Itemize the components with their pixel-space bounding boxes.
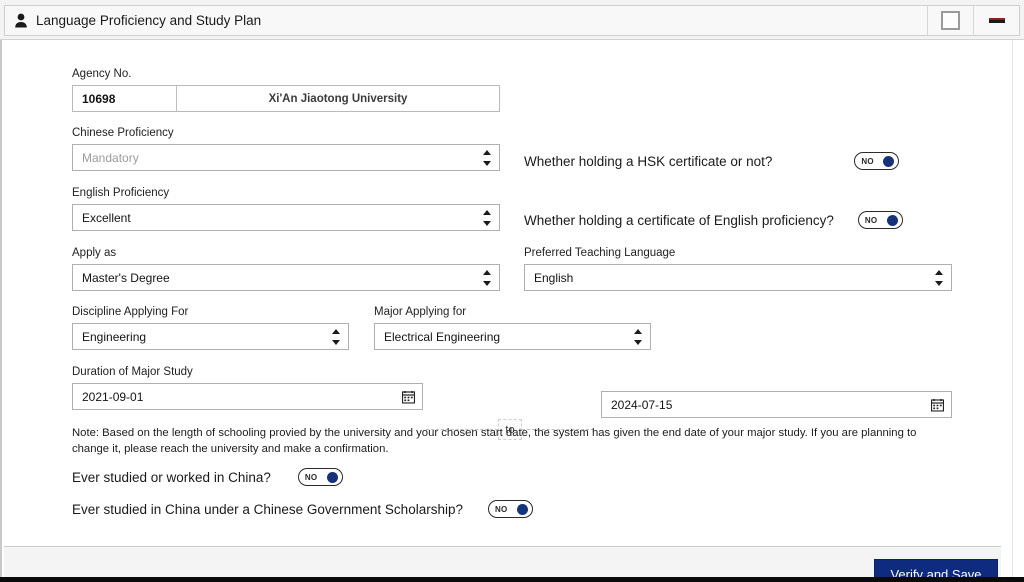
chevron-updown-icon	[331, 328, 340, 345]
major-label: Major Applying for	[374, 306, 467, 318]
duration-note: Note: Based on the length of schooling p…	[72, 427, 917, 455]
titlebar-inner: Language Proficiency and Study Plan	[4, 5, 1020, 36]
chinese-proficiency-label: Chinese Proficiency	[72, 127, 174, 139]
window-body: Agency No. 10698 Xi'An Jiaotong Universi…	[0, 40, 1024, 582]
agency-field-group: Agency No. 10698 Xi'An Jiaotong Universi…	[72, 68, 500, 112]
chevron-updown-icon	[482, 269, 491, 286]
english-proficiency-group: English Proficiency Excellent	[72, 187, 500, 231]
apply-as-group: Apply as Master's Degree	[72, 247, 500, 291]
start-date-value: 2021-09-01	[82, 389, 144, 404]
preferred-teaching-language-label: Preferred Teaching Language	[524, 247, 676, 259]
english-proficiency-value: Excellent	[82, 210, 131, 225]
chinese-proficiency-group: Chinese Proficiency Mandatory	[72, 127, 500, 171]
hsk-certificate-question: Whether holding a HSK certificate or not…	[524, 152, 900, 170]
discipline-group: Discipline Applying For Engineering	[72, 306, 349, 350]
maximize-icon	[941, 11, 960, 30]
toggle-knob-icon	[516, 503, 528, 515]
agency-input[interactable]: 10698 Xi'An Jiaotong University	[72, 85, 500, 112]
agency-code-value: 10698	[73, 86, 177, 111]
discipline-label: Discipline Applying For	[72, 306, 189, 318]
scholarship-china-toggle-value: NO	[494, 504, 508, 514]
toggle-knob-icon	[886, 214, 898, 226]
end-date-input[interactable]: 2024-07-15	[601, 391, 952, 418]
toggle-knob-icon	[326, 471, 338, 483]
major-select[interactable]: Electrical Engineering	[374, 323, 651, 350]
maximize-button[interactable]	[927, 6, 973, 35]
agency-name-value: Xi'An Jiaotong University	[268, 92, 408, 105]
duration-label: Duration of Major Study	[72, 366, 193, 378]
chevron-updown-icon	[633, 328, 642, 345]
english-proficiency-label: English Proficiency	[72, 187, 170, 199]
preferred-teaching-language-group: Preferred Teaching Language English	[524, 247, 952, 291]
english-certificate-question: Whether holding a certificate of English…	[524, 211, 903, 229]
end-date-group: 2024-07-15	[601, 391, 952, 418]
window-controls	[927, 6, 1019, 35]
discipline-select[interactable]: Engineering	[72, 323, 349, 350]
scholarship-china-toggle[interactable]: NO	[487, 500, 533, 518]
start-date-input[interactable]: 2021-09-01	[72, 383, 423, 410]
calendar-icon[interactable]	[401, 390, 416, 404]
toggle-knob-icon	[883, 155, 895, 167]
calendar-icon[interactable]	[930, 398, 945, 412]
footer-bar	[4, 546, 1001, 580]
minimize-icon	[988, 18, 1005, 23]
scholarship-china-label: Ever studied in China under a Chinese Go…	[72, 501, 463, 517]
chevron-updown-icon	[934, 269, 943, 286]
minimize-button[interactable]	[973, 6, 1019, 35]
chevron-updown-icon	[482, 209, 491, 226]
end-date-value: 2024-07-15	[611, 397, 673, 412]
apply-as-select[interactable]: Master's Degree	[72, 264, 500, 291]
preferred-teaching-language-select[interactable]: English	[524, 264, 952, 291]
window-titlebar: Language Proficiency and Study Plan	[0, 0, 1024, 40]
apply-as-value: Master's Degree	[82, 270, 170, 285]
window-title: Language Proficiency and Study Plan	[36, 13, 262, 28]
studied-worked-china-label: Ever studied or worked in China?	[72, 469, 271, 485]
chevron-updown-icon	[482, 149, 491, 166]
hsk-toggle-value: NO	[861, 156, 874, 166]
studied-worked-china-toggle[interactable]: NO	[297, 468, 343, 486]
right-gutter	[1012, 40, 1024, 582]
application-window: Language Proficiency and Study Plan Agen…	[0, 0, 1024, 582]
duration-group: Duration of Major Study 2021-09-01	[72, 366, 423, 410]
discipline-value: Engineering	[82, 329, 147, 344]
chinese-proficiency-select[interactable]: Mandatory	[72, 144, 500, 171]
apply-as-label: Apply as	[72, 247, 117, 259]
studied-worked-china-question: Ever studied or worked in China? NO	[72, 468, 343, 486]
bottom-strip	[0, 577, 1024, 582]
hsk-question-label: Whether holding a HSK certificate or not…	[524, 153, 773, 169]
english-proficiency-select[interactable]: Excellent	[72, 204, 500, 231]
english-certificate-label: Whether holding a certificate of English…	[524, 212, 834, 228]
hsk-certificate-toggle[interactable]: NO	[854, 152, 900, 170]
preferred-teaching-language-value: English	[534, 270, 574, 285]
major-group: Major Applying for Electrical Engineerin…	[374, 306, 651, 350]
chinese-proficiency-value: Mandatory	[82, 150, 139, 165]
form-content: Agency No. 10698 Xi'An Jiaotong Universi…	[2, 40, 1002, 542]
studied-worked-china-toggle-value: NO	[304, 472, 318, 482]
agency-label: Agency No.	[72, 68, 132, 80]
scholarship-china-question: Ever studied in China under a Chinese Go…	[72, 500, 533, 518]
major-value: Electrical Engineering	[384, 329, 501, 344]
user-icon	[14, 13, 28, 28]
english-certificate-toggle-value: NO	[864, 215, 878, 225]
english-certificate-toggle[interactable]: NO	[857, 211, 903, 229]
